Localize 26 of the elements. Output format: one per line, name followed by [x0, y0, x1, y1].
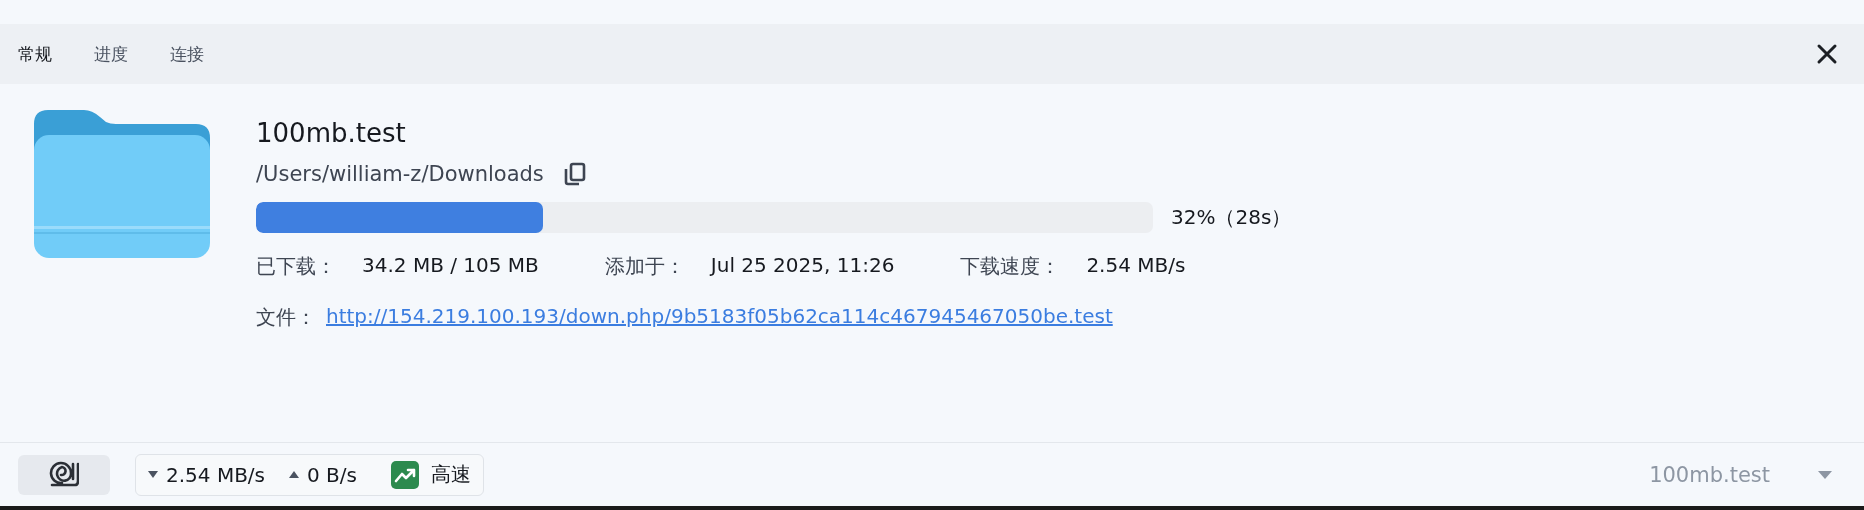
field-value: 2.54 MB/s — [1086, 253, 1186, 279]
speed-mode: 高速 — [431, 461, 471, 488]
tab[interactable]: 进度 — [84, 36, 138, 72]
field-value: Jul 25 2025, 11:26 — [710, 253, 895, 279]
upload-speed: 0 B/s — [307, 462, 357, 487]
trend-up-icon — [391, 460, 419, 489]
tab[interactable]: 连接 — [160, 36, 214, 72]
field-label: 文件： — [256, 304, 316, 331]
tab[interactable]: 常规 — [8, 36, 62, 72]
field-label: 添加于： — [604, 253, 685, 280]
file-name: 100mb.test — [256, 118, 407, 148]
file-path: /Users/william-z/Downloads — [256, 162, 544, 186]
copy-icon[interactable] — [563, 162, 586, 186]
snail-button[interactable] — [18, 454, 110, 495]
download-speed: 2.54 MB/s — [166, 462, 266, 487]
close-icon[interactable] — [1816, 43, 1838, 65]
field-label: 已下载： — [256, 253, 336, 280]
upload-arrow-icon — [289, 471, 300, 478]
field-label: 下载速度： — [960, 253, 1061, 280]
field-value: 34.2 MB / 105 MB — [362, 253, 539, 279]
snail-icon — [49, 460, 79, 489]
file-url-link[interactable]: http://154.219.100.193/down.php/9b5183f05b62ca114c467945467050be.test — [326, 304, 1113, 331]
caret-icon — [1818, 470, 1832, 479]
folder-icon — [34, 110, 210, 258]
download-arrow-icon — [148, 471, 158, 478]
progress-text: 32%（28s） — [1171, 204, 1292, 231]
